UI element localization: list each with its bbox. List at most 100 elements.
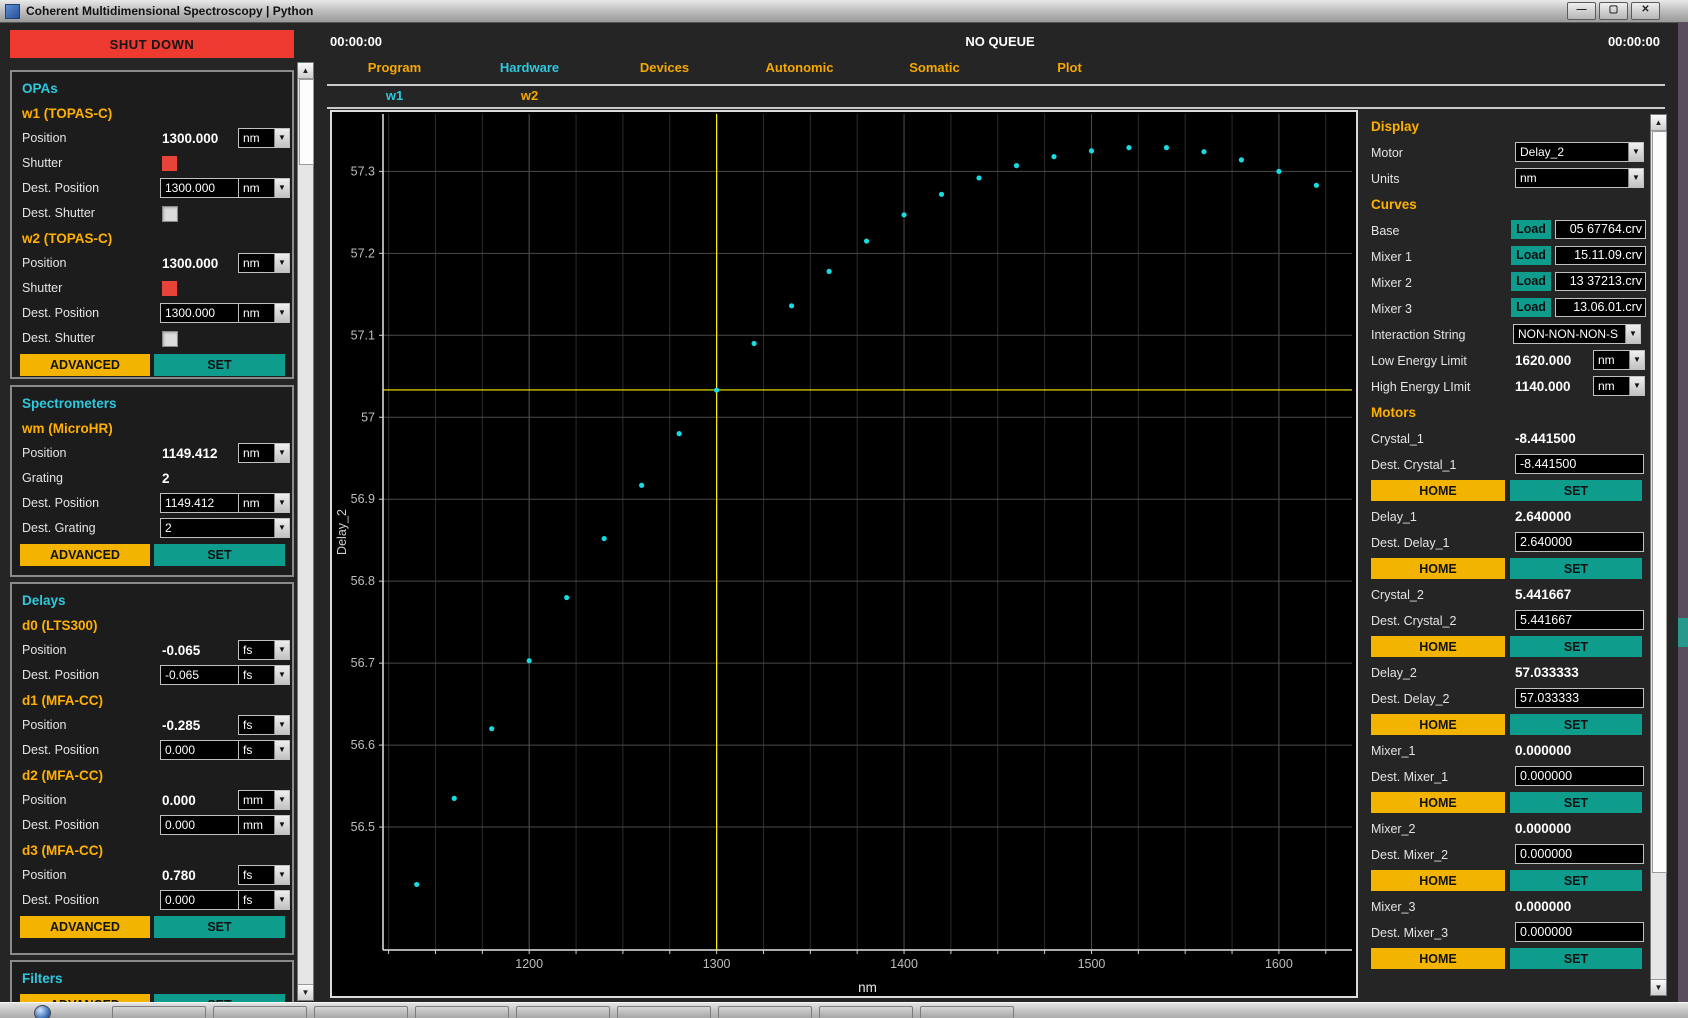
chevron-down-icon[interactable]: ▼ bbox=[274, 891, 289, 909]
taskbar[interactable] bbox=[0, 1002, 1688, 1018]
chevron-down-icon[interactable]: ▼ bbox=[274, 304, 289, 322]
unit-select[interactable]: nm▼ bbox=[238, 128, 290, 148]
taskbar-button[interactable] bbox=[516, 1006, 610, 1018]
curve-file-input[interactable]: 13 37213.crv bbox=[1555, 272, 1646, 291]
set-button[interactable]: SET bbox=[1510, 480, 1642, 501]
unit-select[interactable]: nm▼ bbox=[238, 443, 290, 463]
unit-select[interactable]: fs▼ bbox=[238, 890, 290, 910]
tab-autonomic[interactable]: Autonomic bbox=[732, 60, 867, 82]
tab-hardware[interactable]: Hardware bbox=[462, 60, 597, 82]
set-button[interactable]: SET bbox=[1510, 714, 1642, 735]
units-select[interactable]: nm▼ bbox=[1515, 168, 1644, 188]
chevron-down-icon[interactable]: ▼ bbox=[274, 519, 289, 537]
unit-select[interactable]: nm▼ bbox=[238, 178, 290, 198]
advanced-button[interactable]: ADVANCED bbox=[20, 354, 150, 376]
home-button[interactable]: HOME bbox=[1371, 558, 1505, 579]
advanced-button[interactable]: ADVANCED bbox=[20, 916, 150, 938]
chevron-down-icon[interactable]: ▼ bbox=[1625, 325, 1640, 343]
taskbar-button[interactable] bbox=[314, 1006, 408, 1018]
tab-devices[interactable]: Devices bbox=[597, 60, 732, 82]
dest-motor-input[interactable]: 0.000000 bbox=[1515, 766, 1644, 786]
set-button[interactable]: SET bbox=[1510, 558, 1642, 579]
dest-position-input[interactable]: 0.000 bbox=[160, 890, 242, 910]
scroll-up-icon[interactable]: ▲ bbox=[298, 63, 313, 79]
load-button[interactable]: Load bbox=[1511, 220, 1551, 239]
chevron-down-icon[interactable]: ▼ bbox=[1628, 169, 1643, 187]
taskbar-button[interactable] bbox=[415, 1006, 509, 1018]
dest-shutter-checkbox[interactable] bbox=[162, 206, 178, 222]
dest-motor-input[interactable]: -8.441500 bbox=[1515, 454, 1644, 474]
chevron-down-icon[interactable]: ▼ bbox=[1628, 143, 1643, 161]
chevron-down-icon[interactable]: ▼ bbox=[1629, 377, 1644, 395]
load-button[interactable]: Load bbox=[1511, 272, 1551, 291]
unit-select[interactable]: fs▼ bbox=[238, 865, 290, 885]
tab-program[interactable]: Program bbox=[327, 60, 462, 82]
motor-select[interactable]: Delay_2▼ bbox=[1515, 142, 1644, 162]
left-scrollbar-thumb[interactable] bbox=[299, 79, 314, 165]
home-button[interactable]: HOME bbox=[1371, 636, 1505, 657]
start-button-icon[interactable] bbox=[34, 1005, 51, 1018]
unit-select[interactable]: nm▼ bbox=[1593, 376, 1645, 396]
dest-position-input[interactable]: 1149.412 bbox=[160, 493, 242, 513]
set-button[interactable]: SET bbox=[1510, 792, 1642, 813]
chevron-down-icon[interactable]: ▼ bbox=[274, 741, 289, 759]
dest-position-input[interactable]: 1300.000 bbox=[160, 178, 242, 198]
taskbar-button[interactable] bbox=[819, 1006, 913, 1018]
home-button[interactable]: HOME bbox=[1371, 948, 1505, 969]
dest-position-input[interactable]: -0.065 bbox=[160, 665, 242, 685]
chevron-down-icon[interactable]: ▼ bbox=[274, 866, 289, 884]
dest-motor-input[interactable]: 57.033333 bbox=[1515, 688, 1644, 708]
taskbar-button[interactable] bbox=[617, 1006, 711, 1018]
dest-position-input[interactable]: 0.000 bbox=[160, 740, 242, 760]
unit-select[interactable]: nm▼ bbox=[1593, 350, 1645, 370]
minimize-button[interactable]: — bbox=[1567, 2, 1596, 20]
unit-select[interactable]: nm▼ bbox=[238, 493, 290, 513]
home-button[interactable]: HOME bbox=[1371, 792, 1505, 813]
scroll-down-icon[interactable]: ▼ bbox=[298, 984, 313, 1000]
right-scrollbar[interactable]: ▲ ▼ bbox=[1650, 114, 1667, 996]
load-button[interactable]: Load bbox=[1511, 246, 1551, 265]
dest-motor-input[interactable]: 0.000000 bbox=[1515, 922, 1644, 942]
shutdown-button[interactable]: SHUT DOWN bbox=[10, 30, 294, 58]
chevron-down-icon[interactable]: ▼ bbox=[274, 816, 289, 834]
dest-motor-input[interactable]: 5.441667 bbox=[1515, 610, 1644, 630]
set-button[interactable]: SET bbox=[1510, 948, 1642, 969]
tab-plot[interactable]: Plot bbox=[1002, 60, 1137, 82]
unit-select[interactable]: fs▼ bbox=[238, 740, 290, 760]
taskbar-button[interactable] bbox=[920, 1006, 1014, 1018]
chevron-down-icon[interactable]: ▼ bbox=[274, 494, 289, 512]
chevron-down-icon[interactable]: ▼ bbox=[274, 254, 289, 272]
maximize-button[interactable]: ▢ bbox=[1599, 2, 1628, 20]
taskbar-button[interactable] bbox=[112, 1006, 206, 1018]
chevron-down-icon[interactable]: ▼ bbox=[274, 791, 289, 809]
dest-position-input[interactable]: 1300.000 bbox=[160, 303, 242, 323]
right-scrollbar-thumb[interactable] bbox=[1652, 131, 1667, 873]
chevron-down-icon[interactable]: ▼ bbox=[274, 666, 289, 684]
close-button[interactable]: ✕ bbox=[1631, 2, 1660, 20]
taskbar-button[interactable] bbox=[213, 1006, 307, 1018]
chevron-down-icon[interactable]: ▼ bbox=[274, 444, 289, 462]
set-button[interactable]: SET bbox=[1510, 636, 1642, 657]
chevron-down-icon[interactable]: ▼ bbox=[274, 641, 289, 659]
grating-select[interactable]: 2▼ bbox=[160, 518, 290, 538]
curve-file-input[interactable]: 15.11.09.crv bbox=[1555, 246, 1646, 265]
home-button[interactable]: HOME bbox=[1371, 480, 1505, 501]
unit-select[interactable]: fs▼ bbox=[238, 640, 290, 660]
chevron-down-icon[interactable]: ▼ bbox=[274, 129, 289, 147]
set-button[interactable]: SET bbox=[1510, 870, 1642, 891]
home-button[interactable]: HOME bbox=[1371, 870, 1505, 891]
unit-select[interactable]: mm▼ bbox=[238, 790, 290, 810]
left-scrollbar[interactable]: ▲ ▼ bbox=[297, 62, 314, 1001]
load-button[interactable]: Load bbox=[1511, 298, 1551, 317]
dest-motor-input[interactable]: 2.640000 bbox=[1515, 532, 1644, 552]
unit-select[interactable]: nm▼ bbox=[238, 253, 290, 273]
dest-position-input[interactable]: 0.000 bbox=[160, 815, 242, 835]
advanced-button[interactable]: ADVANCED bbox=[20, 544, 150, 566]
unit-select[interactable]: fs▼ bbox=[238, 665, 290, 685]
subtab-w2[interactable]: w2 bbox=[462, 88, 597, 108]
curve-file-input[interactable]: 13.06.01.crv bbox=[1555, 298, 1646, 317]
subtab-w1[interactable]: w1 bbox=[327, 88, 462, 108]
unit-select[interactable]: mm▼ bbox=[238, 815, 290, 835]
set-button[interactable]: SET bbox=[154, 916, 285, 938]
unit-select[interactable]: nm▼ bbox=[238, 303, 290, 323]
